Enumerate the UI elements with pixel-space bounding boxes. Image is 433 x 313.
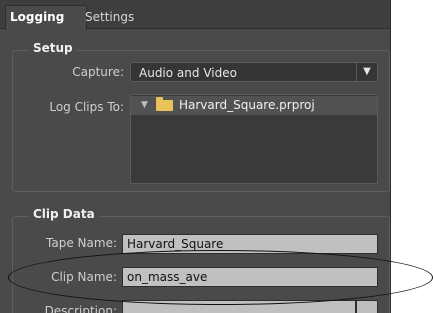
tape-name-label: Tape Name: xyxy=(46,236,117,250)
description-expand-button[interactable] xyxy=(356,300,378,313)
tab-bar: Logging Settings xyxy=(0,0,390,30)
chevron-down-icon[interactable]: ▼ xyxy=(356,63,377,81)
description-label: Description: xyxy=(44,304,117,313)
capture-select[interactable]: Audio and Video ▼ xyxy=(130,62,378,82)
folder-icon xyxy=(156,97,173,111)
capture-value: Audio and Video xyxy=(139,66,237,80)
clip-data-title: Clip Data xyxy=(29,207,99,221)
clip-name-field[interactable]: on_mass_ave xyxy=(122,267,378,287)
description-field[interactable] xyxy=(122,300,356,313)
tree-item-project[interactable]: ▼ Harvard_Square.prproj xyxy=(131,96,377,115)
tab-logging[interactable]: Logging xyxy=(5,5,87,30)
tree-item-label: Harvard_Square.prproj xyxy=(179,98,315,112)
tab-settings[interactable]: Settings xyxy=(81,6,138,28)
log-clips-to-label: Log Clips To: xyxy=(49,100,124,114)
tape-name-field[interactable]: Harvard_Square xyxy=(122,234,378,254)
clip-name-label: Clip Name: xyxy=(51,270,117,284)
clip-data-group xyxy=(12,216,390,313)
capture-label: Capture: xyxy=(72,65,124,79)
log-clips-tree[interactable]: ▼ Harvard_Square.prproj xyxy=(130,94,378,184)
setup-title: Setup xyxy=(29,41,77,55)
logging-panel: Logging Settings Setup Capture: Audio an… xyxy=(0,0,391,313)
expand-arrow-icon[interactable]: ▼ xyxy=(141,100,148,110)
